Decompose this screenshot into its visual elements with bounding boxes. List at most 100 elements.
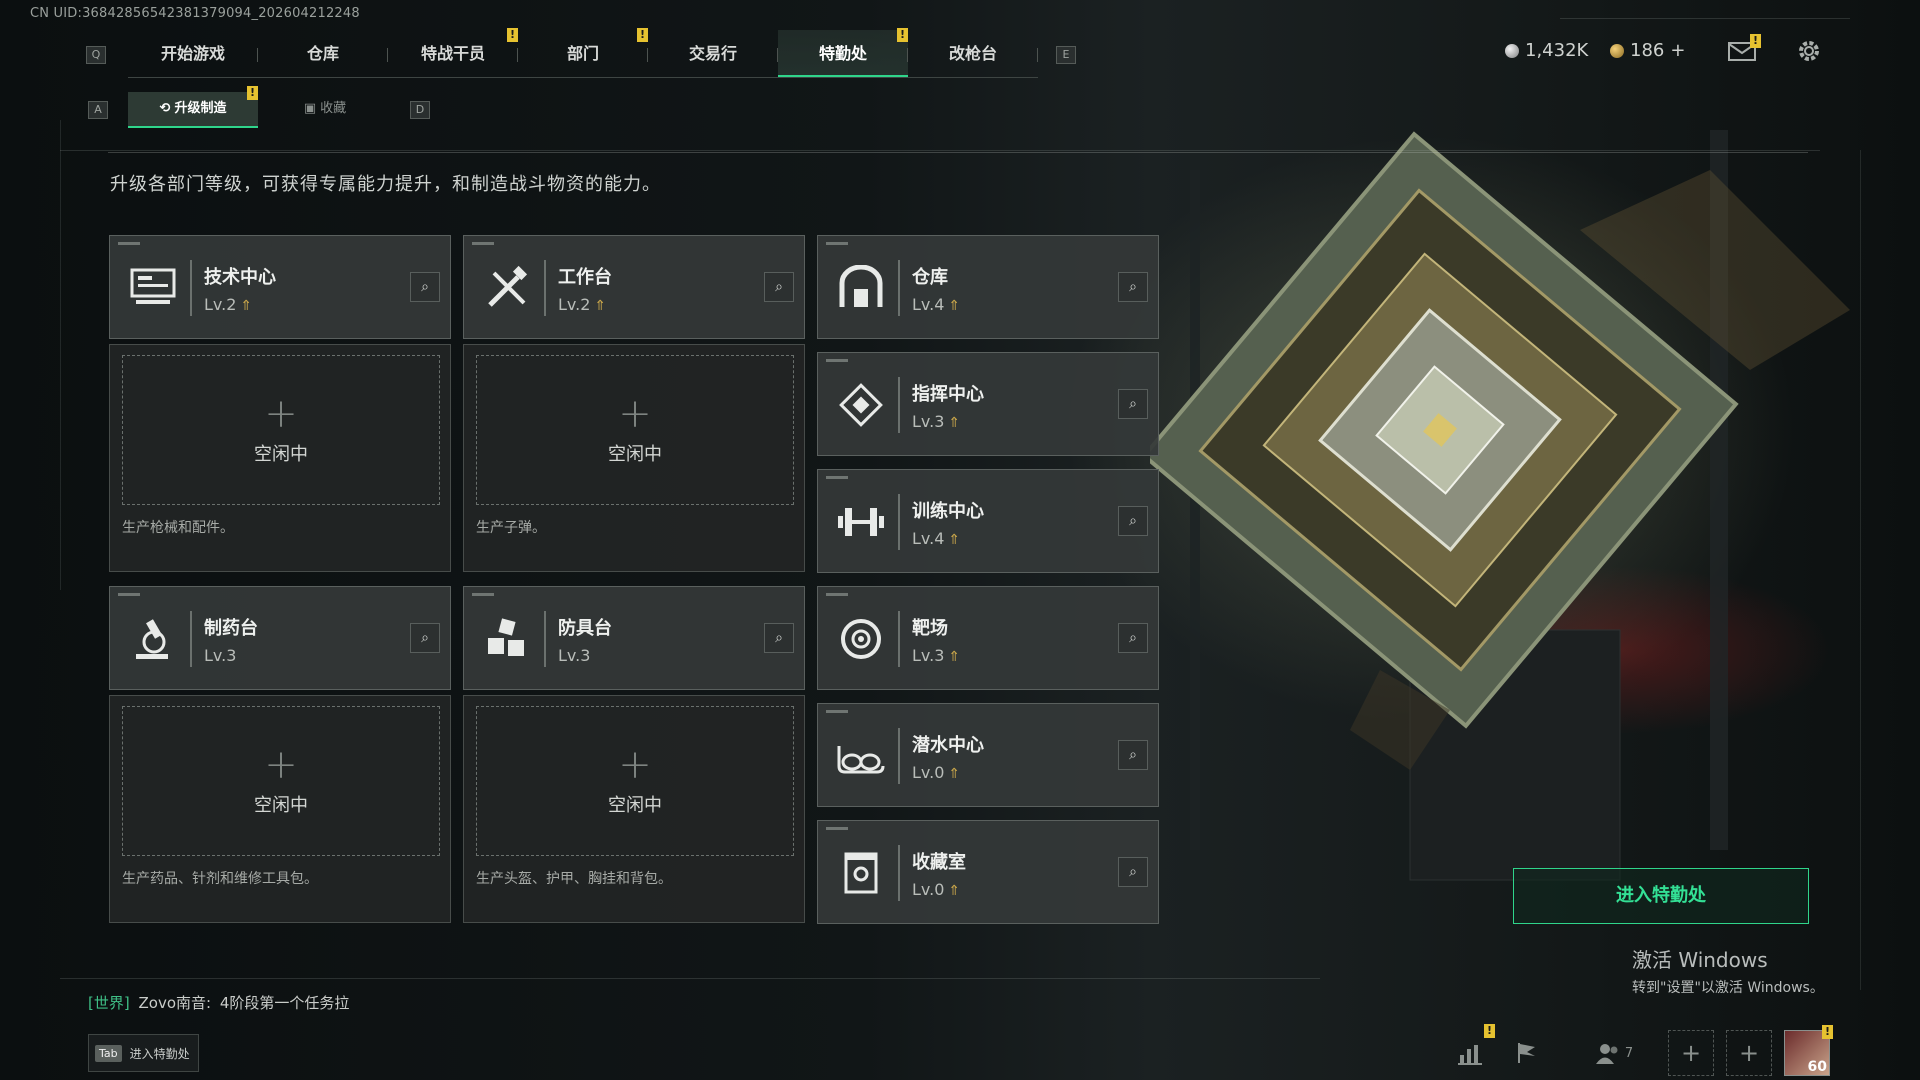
- facility-level: Lv.4 ⇑: [912, 295, 960, 314]
- production-description: 生产子弹。: [476, 520, 546, 536]
- tab-special-ops[interactable]: 特勤处 !: [778, 28, 908, 78]
- search-icon: ⌕: [1129, 279, 1137, 295]
- card-header: 训练中心 Lv.4 ⇑ ⌕: [818, 470, 1158, 574]
- main-navigation: Q 开始游戏 仓库 特战干员 ! 部门 ! 交易行 特勤处 ! 改枪台 E: [78, 28, 1076, 78]
- workshop-slot-tech-center[interactable]: + 空闲中 生产枪械和配件。: [109, 344, 451, 572]
- mail-button[interactable]: !: [1728, 34, 1761, 62]
- alert-badge: !: [637, 28, 648, 42]
- facility-card-warehouse[interactable]: 仓库 Lv.4 ⇑ ⌕: [817, 235, 1159, 339]
- command-icon: [824, 368, 898, 442]
- idle-slot[interactable]: + 空闲中: [122, 706, 440, 856]
- add-squad-slot-1[interactable]: +: [1668, 1030, 1714, 1076]
- facility-card-shooting-range[interactable]: 靶场 Lv.3 ⇑ ⌕: [817, 586, 1159, 690]
- inspect-button[interactable]: ⌕: [1118, 272, 1148, 302]
- workshop-card-workbench[interactable]: 工作台 Lv.2 ⇑ ⌕: [463, 235, 805, 339]
- facility-name: 仓库: [912, 266, 948, 288]
- computer-icon: [116, 251, 190, 325]
- tab-start-game[interactable]: 开始游戏: [128, 30, 258, 78]
- activation-title: 激活 Windows: [1632, 948, 1768, 972]
- tab-warehouse[interactable]: 仓库: [258, 30, 388, 78]
- missions-button[interactable]: [1504, 1030, 1550, 1076]
- tab-shortcut-hint[interactable]: Tab 进入特勤处: [88, 1034, 199, 1072]
- nav-underline: [128, 77, 1038, 78]
- alert-badge: !: [247, 86, 258, 100]
- chat-user: Zovo南音:: [138, 994, 212, 1012]
- card-header: 指挥中心 Lv.3 ⇑ ⌕: [818, 353, 1158, 457]
- stats-button[interactable]: !: [1448, 1024, 1495, 1076]
- facility-card-command-center[interactable]: 指挥中心 Lv.3 ⇑ ⌕: [817, 352, 1159, 456]
- microscope-icon: [116, 602, 190, 676]
- card-header: 防具台 Lv.3 ⌕: [464, 587, 804, 691]
- tab-department[interactable]: 部门 !: [518, 28, 648, 78]
- tab-gunsmith[interactable]: 改枪台: [908, 30, 1038, 78]
- card-divider: [190, 611, 192, 667]
- level-text: Lv.3: [558, 645, 591, 665]
- card-divider: [898, 377, 900, 433]
- idle-slot[interactable]: + 空闲中: [476, 706, 794, 856]
- enter-special-ops-button[interactable]: 进入特勤处: [1513, 868, 1809, 924]
- facility-card-diving-center[interactable]: 潜水中心 Lv.0 ⇑ ⌕: [817, 703, 1159, 807]
- card-header: 制药台 Lv.3 ⌕: [110, 587, 450, 691]
- subtab-collection[interactable]: ▣ 收藏: [260, 92, 390, 126]
- player-avatar[interactable]: 60 !: [1784, 1025, 1833, 1076]
- facility-name: 指挥中心: [912, 383, 984, 405]
- inspect-button[interactable]: ⌕: [410, 272, 440, 302]
- tab-operators[interactable]: 特战干员 !: [388, 28, 518, 78]
- alert-badge: !: [507, 28, 518, 42]
- card-divider: [544, 260, 546, 316]
- idle-slot[interactable]: + 空闲中: [476, 355, 794, 505]
- friends-button[interactable]: 7: [1584, 1030, 1644, 1076]
- level-text: Lv.0: [912, 762, 945, 782]
- workshop-slot-pharmacy[interactable]: + 空闲中 生产药品、针剂和维修工具包。: [109, 695, 451, 923]
- tools-icon: [470, 251, 544, 325]
- level-text: Lv.0: [912, 879, 945, 899]
- inspect-button[interactable]: ⌕: [1118, 857, 1148, 887]
- inspect-button[interactable]: ⌕: [1118, 389, 1148, 419]
- settings-button[interactable]: [1796, 38, 1822, 64]
- inspect-button[interactable]: ⌕: [764, 272, 794, 302]
- level-text: Lv.3: [912, 411, 945, 431]
- idle-status: 空闲中: [608, 795, 662, 816]
- inspect-button[interactable]: ⌕: [410, 623, 440, 653]
- gold-currency[interactable]: 186 +: [1610, 40, 1685, 61]
- workshop-slot-armor[interactable]: + 空闲中 生产头盔、护甲、胸挂和背包。: [463, 695, 805, 923]
- tab-key-icon: Tab: [95, 1044, 122, 1062]
- add-squad-slot-2[interactable]: +: [1726, 1030, 1772, 1076]
- card-divider: [898, 494, 900, 550]
- world-chat-line[interactable]: [世界] Zovo南音: 4阶段第一个任务拉: [88, 992, 349, 1013]
- facility-card-collection-room[interactable]: 收藏室 Lv.0 ⇑ ⌕: [817, 820, 1159, 924]
- facility-level: Lv.2 ⇑: [204, 295, 276, 314]
- warehouse-icon: [824, 251, 898, 325]
- tab-label: 交易行: [688, 44, 737, 63]
- inspect-button[interactable]: ⌕: [1118, 506, 1148, 536]
- add-icon: +: [1680, 1039, 1702, 1067]
- activation-subtitle: 转到"设置"以激活 Windows。: [1632, 980, 1824, 996]
- silver-currency[interactable]: 1,432K: [1505, 40, 1588, 61]
- upgrade-arrow-icon: ⇑: [594, 297, 607, 314]
- tab-label: 仓库: [306, 44, 339, 63]
- workshop-card-tech-center[interactable]: 技术中心 Lv.2 ⇑ ⌕: [109, 235, 451, 339]
- search-icon: ⌕: [1129, 747, 1137, 763]
- workshop-slot-workbench[interactable]: + 空闲中 生产子弹。: [463, 344, 805, 572]
- inspect-button[interactable]: ⌕: [764, 623, 794, 653]
- idle-slot[interactable]: + 空闲中: [122, 355, 440, 505]
- silver-amount: 1,432K: [1525, 40, 1589, 61]
- workshop-card-pharmacy[interactable]: 制药台 Lv.3 ⌕: [109, 586, 451, 690]
- production-description: 生产头盔、护甲、胸挂和背包。: [476, 871, 672, 887]
- facility-card-training-center[interactable]: 训练中心 Lv.4 ⇑ ⌕: [817, 469, 1159, 573]
- inspect-button[interactable]: ⌕: [1118, 623, 1148, 653]
- tab-label: 部门: [566, 44, 599, 63]
- diving-goggles-icon: [824, 719, 898, 793]
- silver-coin-icon: [1505, 43, 1519, 58]
- card-header: 潜水中心 Lv.0 ⇑ ⌕: [818, 704, 1158, 808]
- nav-left-key-hint: Q: [86, 46, 106, 64]
- subtab-upgrade-manufacture[interactable]: ⟲ 升级制造 !: [128, 86, 258, 128]
- tab-trading[interactable]: 交易行: [648, 30, 778, 78]
- add-icon: +: [264, 391, 298, 437]
- workshop-card-armor[interactable]: 防具台 Lv.3 ⌕: [463, 586, 805, 690]
- gold-add-button[interactable]: +: [1670, 40, 1685, 61]
- alert-badge: !: [1822, 1025, 1833, 1039]
- nav-right-key-hint: E: [1056, 46, 1076, 64]
- inspect-button[interactable]: ⌕: [1118, 740, 1148, 770]
- windows-activation-watermark: 激活 Windows 转到"设置"以激活 Windows。: [1632, 944, 1824, 997]
